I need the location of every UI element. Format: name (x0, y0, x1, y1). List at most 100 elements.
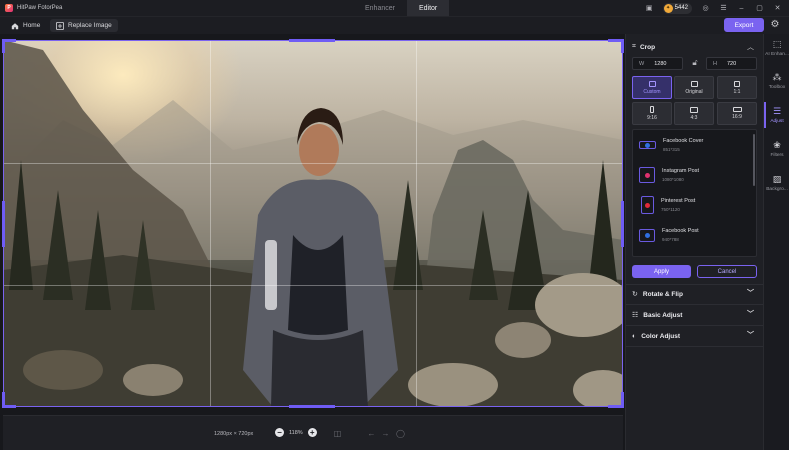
divider (626, 284, 764, 285)
photo-scene (3, 40, 623, 407)
compare-icon[interactable]: ◫ (333, 429, 342, 438)
app-name: HitPaw FotorPea (17, 5, 63, 11)
coin-icon: ✦ (663, 3, 673, 13)
ratio-4-3[interactable]: 4:3 (674, 102, 714, 125)
zoom-in-icon[interactable]: + (307, 428, 317, 437)
crop-icon: ⌗ (632, 43, 636, 50)
home-label: Home (23, 22, 41, 29)
rail-adjust[interactable]: ☰ Adjust (764, 106, 789, 124)
toolbar: Home Replace Image Export ⚙ (0, 16, 789, 34)
preset-size: 940*788 (662, 237, 679, 242)
zoom-out-icon[interactable]: − (275, 428, 284, 437)
instagram-icon (639, 167, 655, 183)
export-button[interactable]: Export (724, 18, 764, 32)
preset-list: Facebook Cover 851*315 Instagram Post 10… (632, 129, 757, 257)
photo-preview[interactable] (3, 40, 623, 407)
user-icon[interactable]: ◎ (701, 4, 710, 13)
tab-editor[interactable]: Editor (406, 0, 450, 16)
preset-title: Pinterest Post (661, 198, 696, 204)
redo-icon[interactable]: → (381, 429, 390, 438)
ratio-portrait-icon (650, 106, 654, 113)
section-label: Rotate & Flip (642, 290, 683, 298)
undo-icon[interactable]: ← (367, 429, 376, 438)
menu-icon[interactable]: ☰ (719, 4, 728, 13)
section-label: Color Adjust (641, 332, 680, 340)
gift-icon[interactable]: ▣ (645, 4, 654, 13)
ratio-original[interactable]: Original (674, 76, 714, 99)
zoom-level: 118% (289, 429, 303, 436)
preset-facebook-cover[interactable]: Facebook Cover 851*315 (639, 138, 703, 152)
ratio-label: 1:1 (733, 88, 741, 95)
reset-icon[interactable]: ◯ (396, 429, 405, 438)
chevron-down-icon[interactable]: ﹀ (747, 288, 754, 298)
rail-filters[interactable]: ❀ Filters (764, 140, 789, 158)
cancel-button[interactable]: Cancel (697, 265, 757, 278)
adjust-icon: ☰ (772, 106, 782, 116)
canvas-area (0, 34, 625, 408)
ratio-label: 9:16 (647, 115, 657, 121)
section-basic-adjust[interactable]: ☷ Basic Adjust ﹀ (632, 309, 758, 321)
width-field[interactable]: W 1280 (632, 57, 683, 70)
ratio-label: 4:3 (690, 114, 698, 121)
tool-rail: ⬚ AI Enhan... ⁂ Toolbox ☰ Adjust ❀ Filte… (763, 34, 789, 450)
credits-badge[interactable]: ✦ 5442 (662, 2, 692, 14)
chevron-down-icon[interactable]: ﹀ (747, 309, 754, 319)
image-dimensions: 1280px × 720px (214, 431, 254, 437)
preset-pinterest-post[interactable]: Pinterest Post 750*1120 (639, 196, 695, 214)
section-label: Basic Adjust (643, 311, 683, 319)
ratio-16-9[interactable]: 16:9 (717, 102, 757, 125)
replace-image-button[interactable]: Replace Image (50, 19, 118, 32)
width-value: 1280 (654, 60, 667, 67)
preset-instagram-post[interactable]: Instagram Post 1080*1080 (639, 167, 699, 183)
section-rotate-flip[interactable]: ↻ Rotate & Flip ﹀ (632, 288, 758, 300)
facebook-icon (639, 228, 655, 242)
credits-count: 5442 (674, 5, 688, 11)
rail-label: Backgro... (766, 187, 788, 192)
ratio-1-1[interactable]: 1:1 (717, 76, 757, 99)
lock-ratio-icon[interactable]: 🔓︎ (690, 58, 700, 68)
chevron-down-icon[interactable]: ﹀ (747, 330, 754, 340)
divider (626, 346, 764, 347)
zoom-control: − 118% + (275, 428, 317, 437)
rail-ai-enhance[interactable]: ⬚ AI Enhan... (764, 39, 789, 57)
window-controls: ▣ ✦ 5442 ◎ ☰ – ▢ ✕ (645, 0, 789, 16)
home-button[interactable]: Home (5, 19, 46, 32)
rail-toolbox[interactable]: ⁂ Toolbox (764, 72, 789, 90)
ratio-wide-icon (732, 107, 742, 112)
rail-label: Adjust (770, 119, 784, 124)
section-color-adjust[interactable]: ◐ Color Adjust ﹀ (632, 330, 758, 342)
replace-image-label: Replace Image (68, 22, 112, 29)
preset-size: 1080*1080 (662, 177, 684, 182)
crop-section-header[interactable]: ⌗ Crop ︿ (632, 42, 758, 52)
preset-scrollbar[interactable] (753, 134, 755, 186)
adjust-panel: ⌗ Crop ︿ W 1280 🔓︎ H 720 Custom Original… (625, 34, 764, 450)
ratio-label: 16:9 (732, 114, 742, 120)
filters-icon: ❀ (773, 140, 781, 150)
palette-icon: ◐ (632, 332, 637, 340)
preset-title: Facebook Post (662, 228, 699, 234)
tab-enhancer[interactable]: Enhancer (353, 0, 407, 16)
chevron-up-icon[interactable]: ︿ (747, 42, 754, 52)
ratio-landscape-icon (690, 106, 698, 113)
height-value: 720 (726, 60, 737, 67)
settings-gear-icon[interactable]: ⚙ (768, 18, 782, 32)
ai-enhance-icon: ⬚ (772, 39, 782, 49)
mode-tabs: Enhancer Editor (353, 0, 450, 16)
ratio-9-16[interactable]: 9:16 (632, 102, 672, 125)
height-field[interactable]: H 720 (706, 57, 757, 70)
rotate-icon: ↻ (632, 291, 638, 298)
preset-title: Facebook Cover (663, 138, 704, 144)
rail-background[interactable]: ▨ Backgro... (764, 174, 789, 192)
title-bar: P HitPaw FotorPea Enhancer Editor ▣ ✦ 54… (0, 0, 789, 16)
ratio-square-icon (734, 80, 740, 87)
minimize-icon[interactable]: – (737, 4, 746, 13)
pinterest-icon (641, 196, 654, 214)
ratio-custom-icon (648, 80, 656, 87)
ratio-custom[interactable]: Custom (632, 76, 672, 99)
apply-button[interactable]: Apply (632, 265, 691, 278)
divider (626, 304, 764, 305)
close-icon[interactable]: ✕ (773, 4, 782, 13)
preset-size: 750*1120 (661, 207, 680, 212)
maximize-icon[interactable]: ▢ (755, 4, 764, 13)
preset-facebook-post[interactable]: Facebook Post 940*788 (639, 228, 699, 242)
